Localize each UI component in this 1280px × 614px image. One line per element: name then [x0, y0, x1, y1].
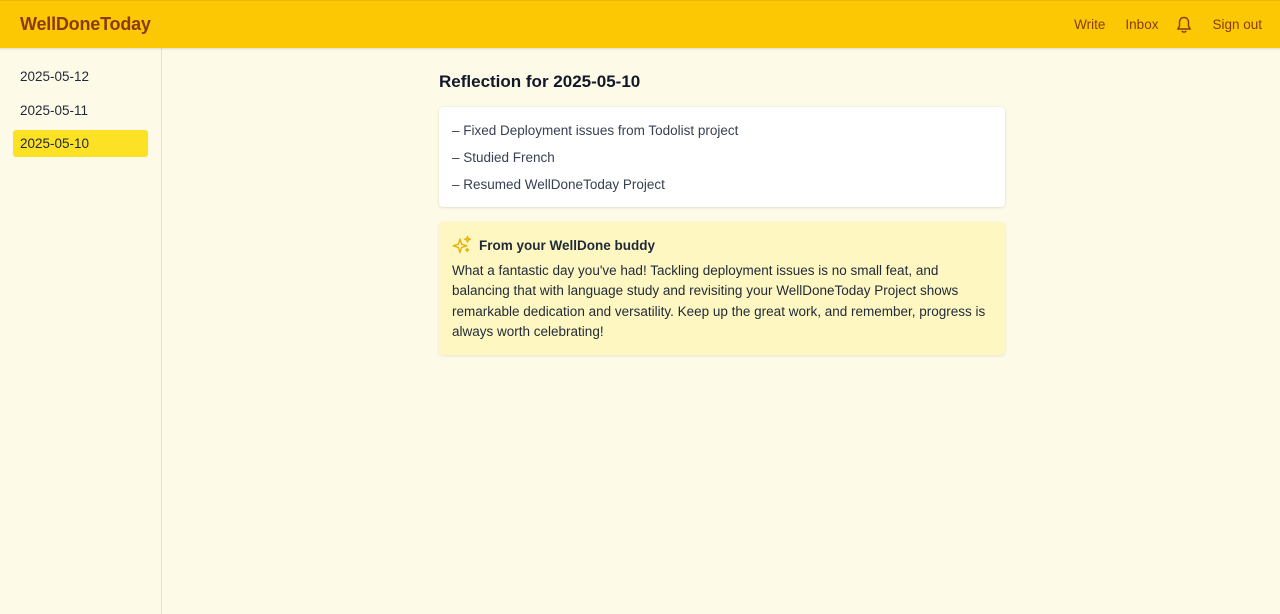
sparkle-icon — [452, 235, 472, 255]
sidebar-item-2025-05-10[interactable]: 2025-05-10 — [13, 130, 148, 157]
brand-logo[interactable]: WellDoneToday — [20, 14, 151, 35]
buddy-title: From your WellDone buddy — [479, 237, 656, 253]
reflection-entries-card: – Fixed Deployment issues from Todolist … — [439, 107, 1005, 207]
sidebar-item-2025-05-11[interactable]: 2025-05-11 — [13, 97, 148, 124]
page-title: Reflection for 2025-05-10 — [439, 72, 641, 91]
buddy-message: What a fantastic day you've had! Tacklin… — [452, 263, 986, 339]
write-link[interactable]: Write — [1074, 17, 1105, 32]
reflection-entry: – Fixed Deployment issues from Todolist … — [452, 123, 739, 138]
sidebar: 2025-05-12 2025-05-11 2025-05-10 — [0, 48, 162, 614]
buddy-message-card: From your WellDone buddy What a fantasti… — [439, 222, 1005, 355]
inbox-link[interactable]: Inbox — [1125, 17, 1158, 32]
reflection-entry: – Studied French — [452, 150, 555, 165]
bell-icon[interactable] — [1176, 16, 1192, 34]
sidebar-item-2025-05-12[interactable]: 2025-05-12 — [13, 63, 148, 90]
top-navbar: WellDoneToday Write Inbox Sign out — [0, 0, 1280, 48]
sign-out-link[interactable]: Sign out — [1212, 17, 1262, 32]
reflection-entry: – Resumed WellDoneToday Project — [452, 177, 665, 192]
top-nav: Write Inbox Sign out — [1074, 16, 1262, 34]
buddy-header: From your WellDone buddy — [452, 234, 992, 256]
